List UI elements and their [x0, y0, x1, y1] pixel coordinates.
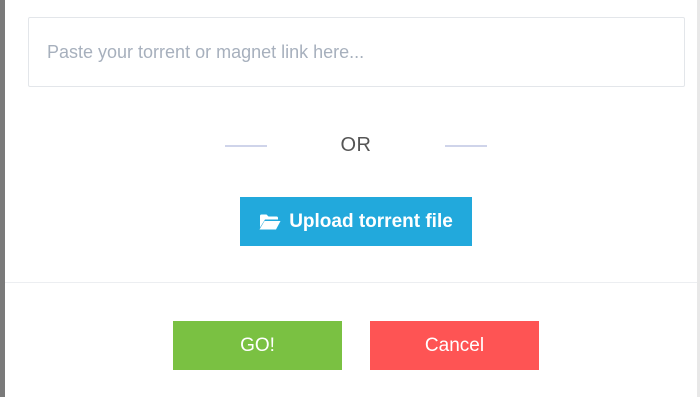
torrent-link-input[interactable] — [28, 17, 685, 87]
or-label: OR — [340, 134, 372, 156]
or-line-left — [225, 145, 267, 147]
go-button[interactable]: GO! — [173, 321, 342, 370]
add-torrent-dialog: OR Upload torrent file GO! Cancel — [0, 0, 700, 397]
upload-button-label: Upload torrent file — [289, 210, 453, 232]
or-line-right — [445, 145, 487, 147]
or-separator: OR — [0, 132, 700, 160]
footer-divider — [5, 282, 697, 283]
window-left-edge — [0, 0, 5, 397]
upload-torrent-button[interactable]: Upload torrent file — [240, 197, 472, 246]
folder-open-icon — [259, 213, 281, 231]
cancel-button[interactable]: Cancel — [370, 321, 539, 370]
